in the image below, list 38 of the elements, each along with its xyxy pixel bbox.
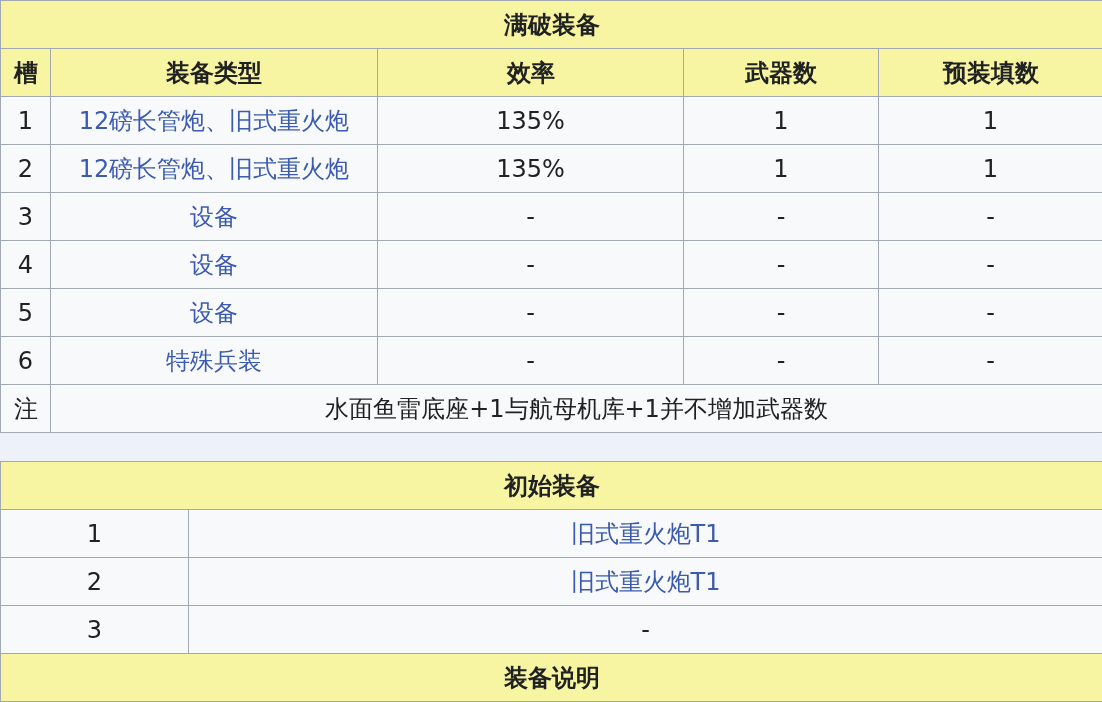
table-cell: - <box>377 240 684 289</box>
table-cell: 135% <box>377 96 684 145</box>
equipment-link[interactable]: 设备 <box>190 202 238 231</box>
equipment-link[interactable]: 设备 <box>190 298 238 327</box>
table-cell: 5 <box>0 288 51 337</box>
table-cell: - <box>683 192 879 241</box>
table-cell: - <box>683 288 879 337</box>
column-header: 槽 <box>0 48 51 97</box>
table-cell: 1 <box>0 509 189 558</box>
equipment-link[interactable]: 旧式重火炮T1 <box>570 567 721 596</box>
table-cell: 2 <box>0 144 51 193</box>
table-cell: - <box>683 240 879 289</box>
table-cell: 3 <box>0 605 189 654</box>
equipment-link[interactable]: 旧式重火炮T1 <box>570 519 721 548</box>
column-header: 效率 <box>377 48 684 97</box>
equipment-link[interactable]: 设备 <box>190 250 238 279</box>
table-cell: - <box>377 192 684 241</box>
table-cell: 1 <box>683 144 879 193</box>
table-cell: 135% <box>377 144 684 193</box>
table-cell: - <box>377 336 684 385</box>
table-cell: 注 <box>0 384 51 433</box>
equipment-link[interactable]: 12磅长管炮、旧式重火炮 <box>78 106 350 135</box>
equipment-link[interactable]: 12磅长管炮、旧式重火炮 <box>78 154 350 183</box>
table-cell: 3 <box>0 192 51 241</box>
table-title: 装备说明 <box>0 653 1102 702</box>
column-header: 装备类型 <box>50 48 378 97</box>
table-cell: 1 <box>683 96 879 145</box>
table-cell: - <box>683 336 879 385</box>
table-cell: 1 <box>0 96 51 145</box>
column-header: 武器数 <box>683 48 879 97</box>
table-cell: - <box>377 288 684 337</box>
table-cell: 6 <box>0 336 51 385</box>
table-cell: 4 <box>0 240 51 289</box>
table-title: 初始装备 <box>0 461 1102 510</box>
column-header: 预装填数 <box>878 48 1102 97</box>
table-title: 满破装备 <box>0 0 1102 49</box>
table-cell: 2 <box>0 557 189 606</box>
equipment-link[interactable]: 特殊兵装 <box>166 346 262 375</box>
